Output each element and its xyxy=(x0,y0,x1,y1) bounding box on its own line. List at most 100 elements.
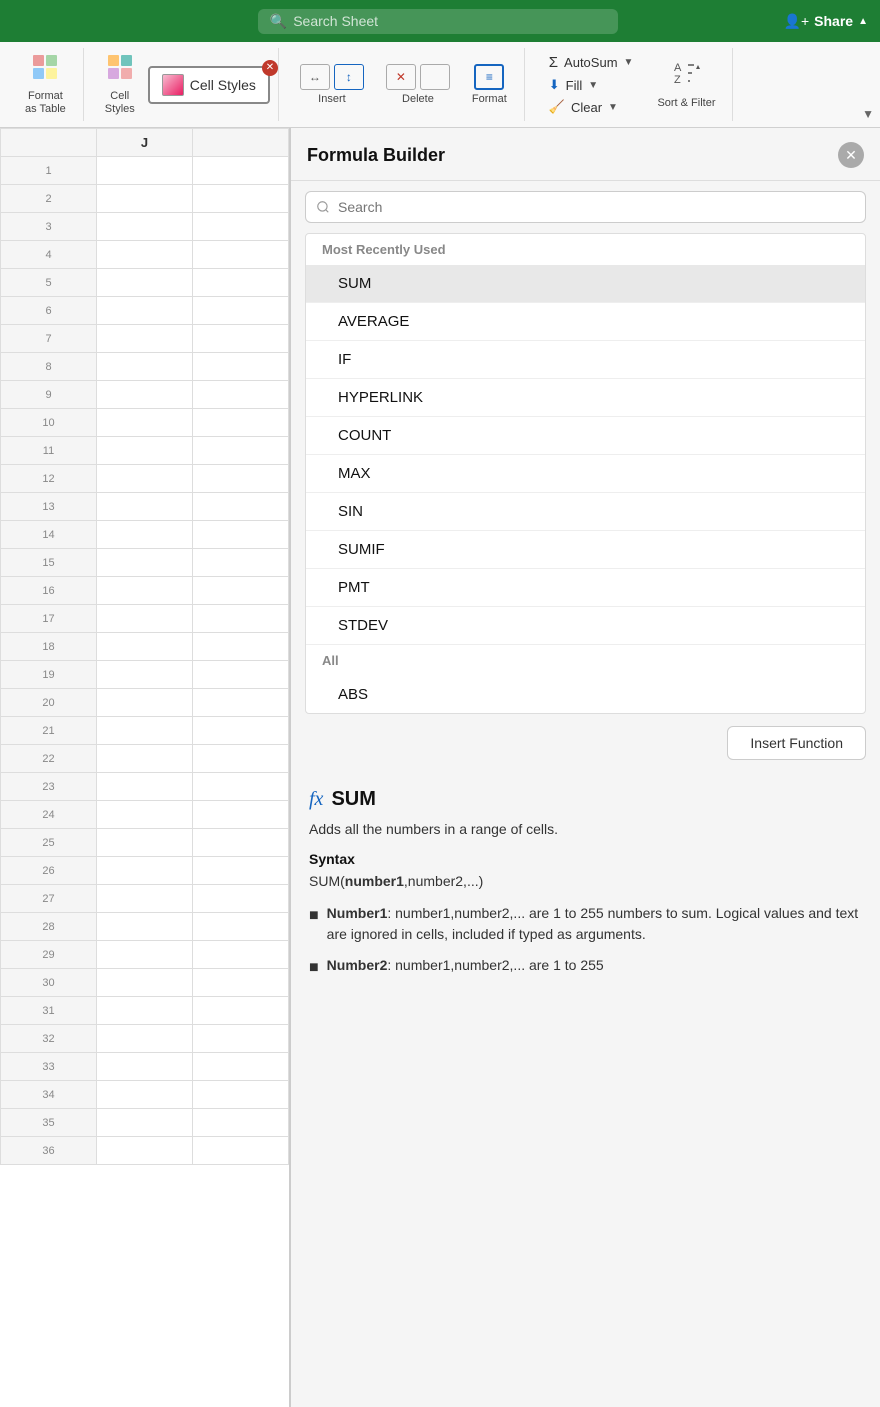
cell-k[interactable] xyxy=(193,717,289,745)
format-button[interactable]: ≡ Format xyxy=(463,59,516,111)
cell-j[interactable] xyxy=(97,241,193,269)
cell-styles-icon-button[interactable]: CellStyles xyxy=(96,48,144,121)
cell-j[interactable] xyxy=(97,493,193,521)
cell-j[interactable] xyxy=(97,325,193,353)
cell-k[interactable] xyxy=(193,549,289,577)
cell-j[interactable] xyxy=(97,1025,193,1053)
share-button[interactable]: 👤+ Share ▲ xyxy=(784,13,868,30)
cell-k[interactable] xyxy=(193,605,289,633)
cell-j[interactable] xyxy=(97,577,193,605)
cell-j[interactable] xyxy=(97,157,193,185)
function-list-item[interactable]: IF xyxy=(306,340,865,378)
search-bar[interactable]: 🔍 Search Sheet xyxy=(258,9,618,34)
cell-k[interactable] xyxy=(193,465,289,493)
format-as-table-button[interactable]: Formatas Table xyxy=(16,48,75,121)
cell-k[interactable] xyxy=(193,689,289,717)
cell-k[interactable] xyxy=(193,1109,289,1137)
cell-k[interactable] xyxy=(193,801,289,829)
cell-k[interactable] xyxy=(193,829,289,857)
clear-dropdown-icon[interactable]: ▼ xyxy=(608,102,618,113)
cell-k[interactable] xyxy=(193,1053,289,1081)
cell-k[interactable] xyxy=(193,969,289,997)
cell-k[interactable] xyxy=(193,633,289,661)
cell-j[interactable] xyxy=(97,1053,193,1081)
autosum-button[interactable]: Σ AutoSum ▼ xyxy=(545,52,638,73)
function-list-item[interactable]: SUM xyxy=(306,265,865,302)
cell-k[interactable] xyxy=(193,213,289,241)
cell-j[interactable] xyxy=(97,549,193,577)
cell-k[interactable] xyxy=(193,997,289,1025)
cell-j[interactable] xyxy=(97,409,193,437)
cell-k[interactable] xyxy=(193,157,289,185)
function-list-item[interactable]: SUMIF xyxy=(306,530,865,568)
cell-k[interactable] xyxy=(193,857,289,885)
all-function-list-item[interactable]: ABS xyxy=(306,676,865,713)
cell-j[interactable] xyxy=(97,353,193,381)
cell-j[interactable] xyxy=(97,465,193,493)
function-list-item[interactable]: PMT xyxy=(306,568,865,606)
cell-k[interactable] xyxy=(193,185,289,213)
cell-j[interactable] xyxy=(97,185,193,213)
cell-styles-close-button[interactable]: ✕ xyxy=(262,60,278,76)
cell-j[interactable] xyxy=(97,969,193,997)
cell-k[interactable] xyxy=(193,381,289,409)
cell-j[interactable] xyxy=(97,1109,193,1137)
function-list-item[interactable]: STDEV xyxy=(306,606,865,644)
cell-j[interactable] xyxy=(97,801,193,829)
cell-j[interactable] xyxy=(97,381,193,409)
fill-button[interactable]: ⬇ Fill ▼ xyxy=(545,75,638,95)
cell-k[interactable] xyxy=(193,1025,289,1053)
cell-j[interactable] xyxy=(97,633,193,661)
cell-j[interactable] xyxy=(97,941,193,969)
cell-k[interactable] xyxy=(193,577,289,605)
cell-j[interactable] xyxy=(97,213,193,241)
cell-j[interactable] xyxy=(97,521,193,549)
cell-k[interactable] xyxy=(193,297,289,325)
formula-builder-close-button[interactable]: ✕ xyxy=(838,142,864,168)
function-list-item[interactable]: MAX xyxy=(306,454,865,492)
sort-filter-button[interactable]: A Z Sort & Filter xyxy=(657,59,715,110)
cell-k[interactable] xyxy=(193,241,289,269)
cell-j[interactable] xyxy=(97,661,193,689)
cell-j[interactable] xyxy=(97,829,193,857)
cell-j[interactable] xyxy=(97,1137,193,1165)
function-list-item[interactable]: SIN xyxy=(306,492,865,530)
cell-k[interactable] xyxy=(193,745,289,773)
autosum-dropdown-icon[interactable]: ▼ xyxy=(624,57,634,68)
cell-j[interactable] xyxy=(97,773,193,801)
cell-k[interactable] xyxy=(193,493,289,521)
cell-j[interactable] xyxy=(97,1081,193,1109)
ribbon-expand-icon[interactable]: ▼ xyxy=(862,107,874,121)
function-list-item[interactable]: COUNT xyxy=(306,416,865,454)
cell-j[interactable] xyxy=(97,297,193,325)
cell-j[interactable] xyxy=(97,437,193,465)
cell-k[interactable] xyxy=(193,885,289,913)
delete-button[interactable]: ✕ Delete xyxy=(377,59,459,111)
cell-j[interactable] xyxy=(97,745,193,773)
cell-k[interactable] xyxy=(193,941,289,969)
cell-j[interactable] xyxy=(97,689,193,717)
cell-k[interactable] xyxy=(193,325,289,353)
cell-k[interactable] xyxy=(193,437,289,465)
cell-k[interactable] xyxy=(193,661,289,689)
cell-j[interactable] xyxy=(97,717,193,745)
cell-styles-popup[interactable]: Cell Styles ✕ xyxy=(148,66,270,104)
cell-k[interactable] xyxy=(193,1137,289,1165)
formula-builder-search-input[interactable] xyxy=(305,191,866,223)
insert-function-button[interactable]: Insert Function xyxy=(727,726,866,760)
cell-k[interactable] xyxy=(193,1081,289,1109)
function-list-item[interactable]: AVERAGE xyxy=(306,302,865,340)
cell-j[interactable] xyxy=(97,913,193,941)
cell-j[interactable] xyxy=(97,605,193,633)
cell-k[interactable] xyxy=(193,269,289,297)
cell-j[interactable] xyxy=(97,997,193,1025)
function-list-item[interactable]: HYPERLINK xyxy=(306,378,865,416)
fill-dropdown-icon[interactable]: ▼ xyxy=(588,80,598,91)
cell-k[interactable] xyxy=(193,913,289,941)
cell-j[interactable] xyxy=(97,885,193,913)
cell-k[interactable] xyxy=(193,521,289,549)
cell-k[interactable] xyxy=(193,353,289,381)
clear-button[interactable]: 🧹 Clear ▼ xyxy=(545,97,638,117)
cell-k[interactable] xyxy=(193,773,289,801)
cell-k[interactable] xyxy=(193,409,289,437)
